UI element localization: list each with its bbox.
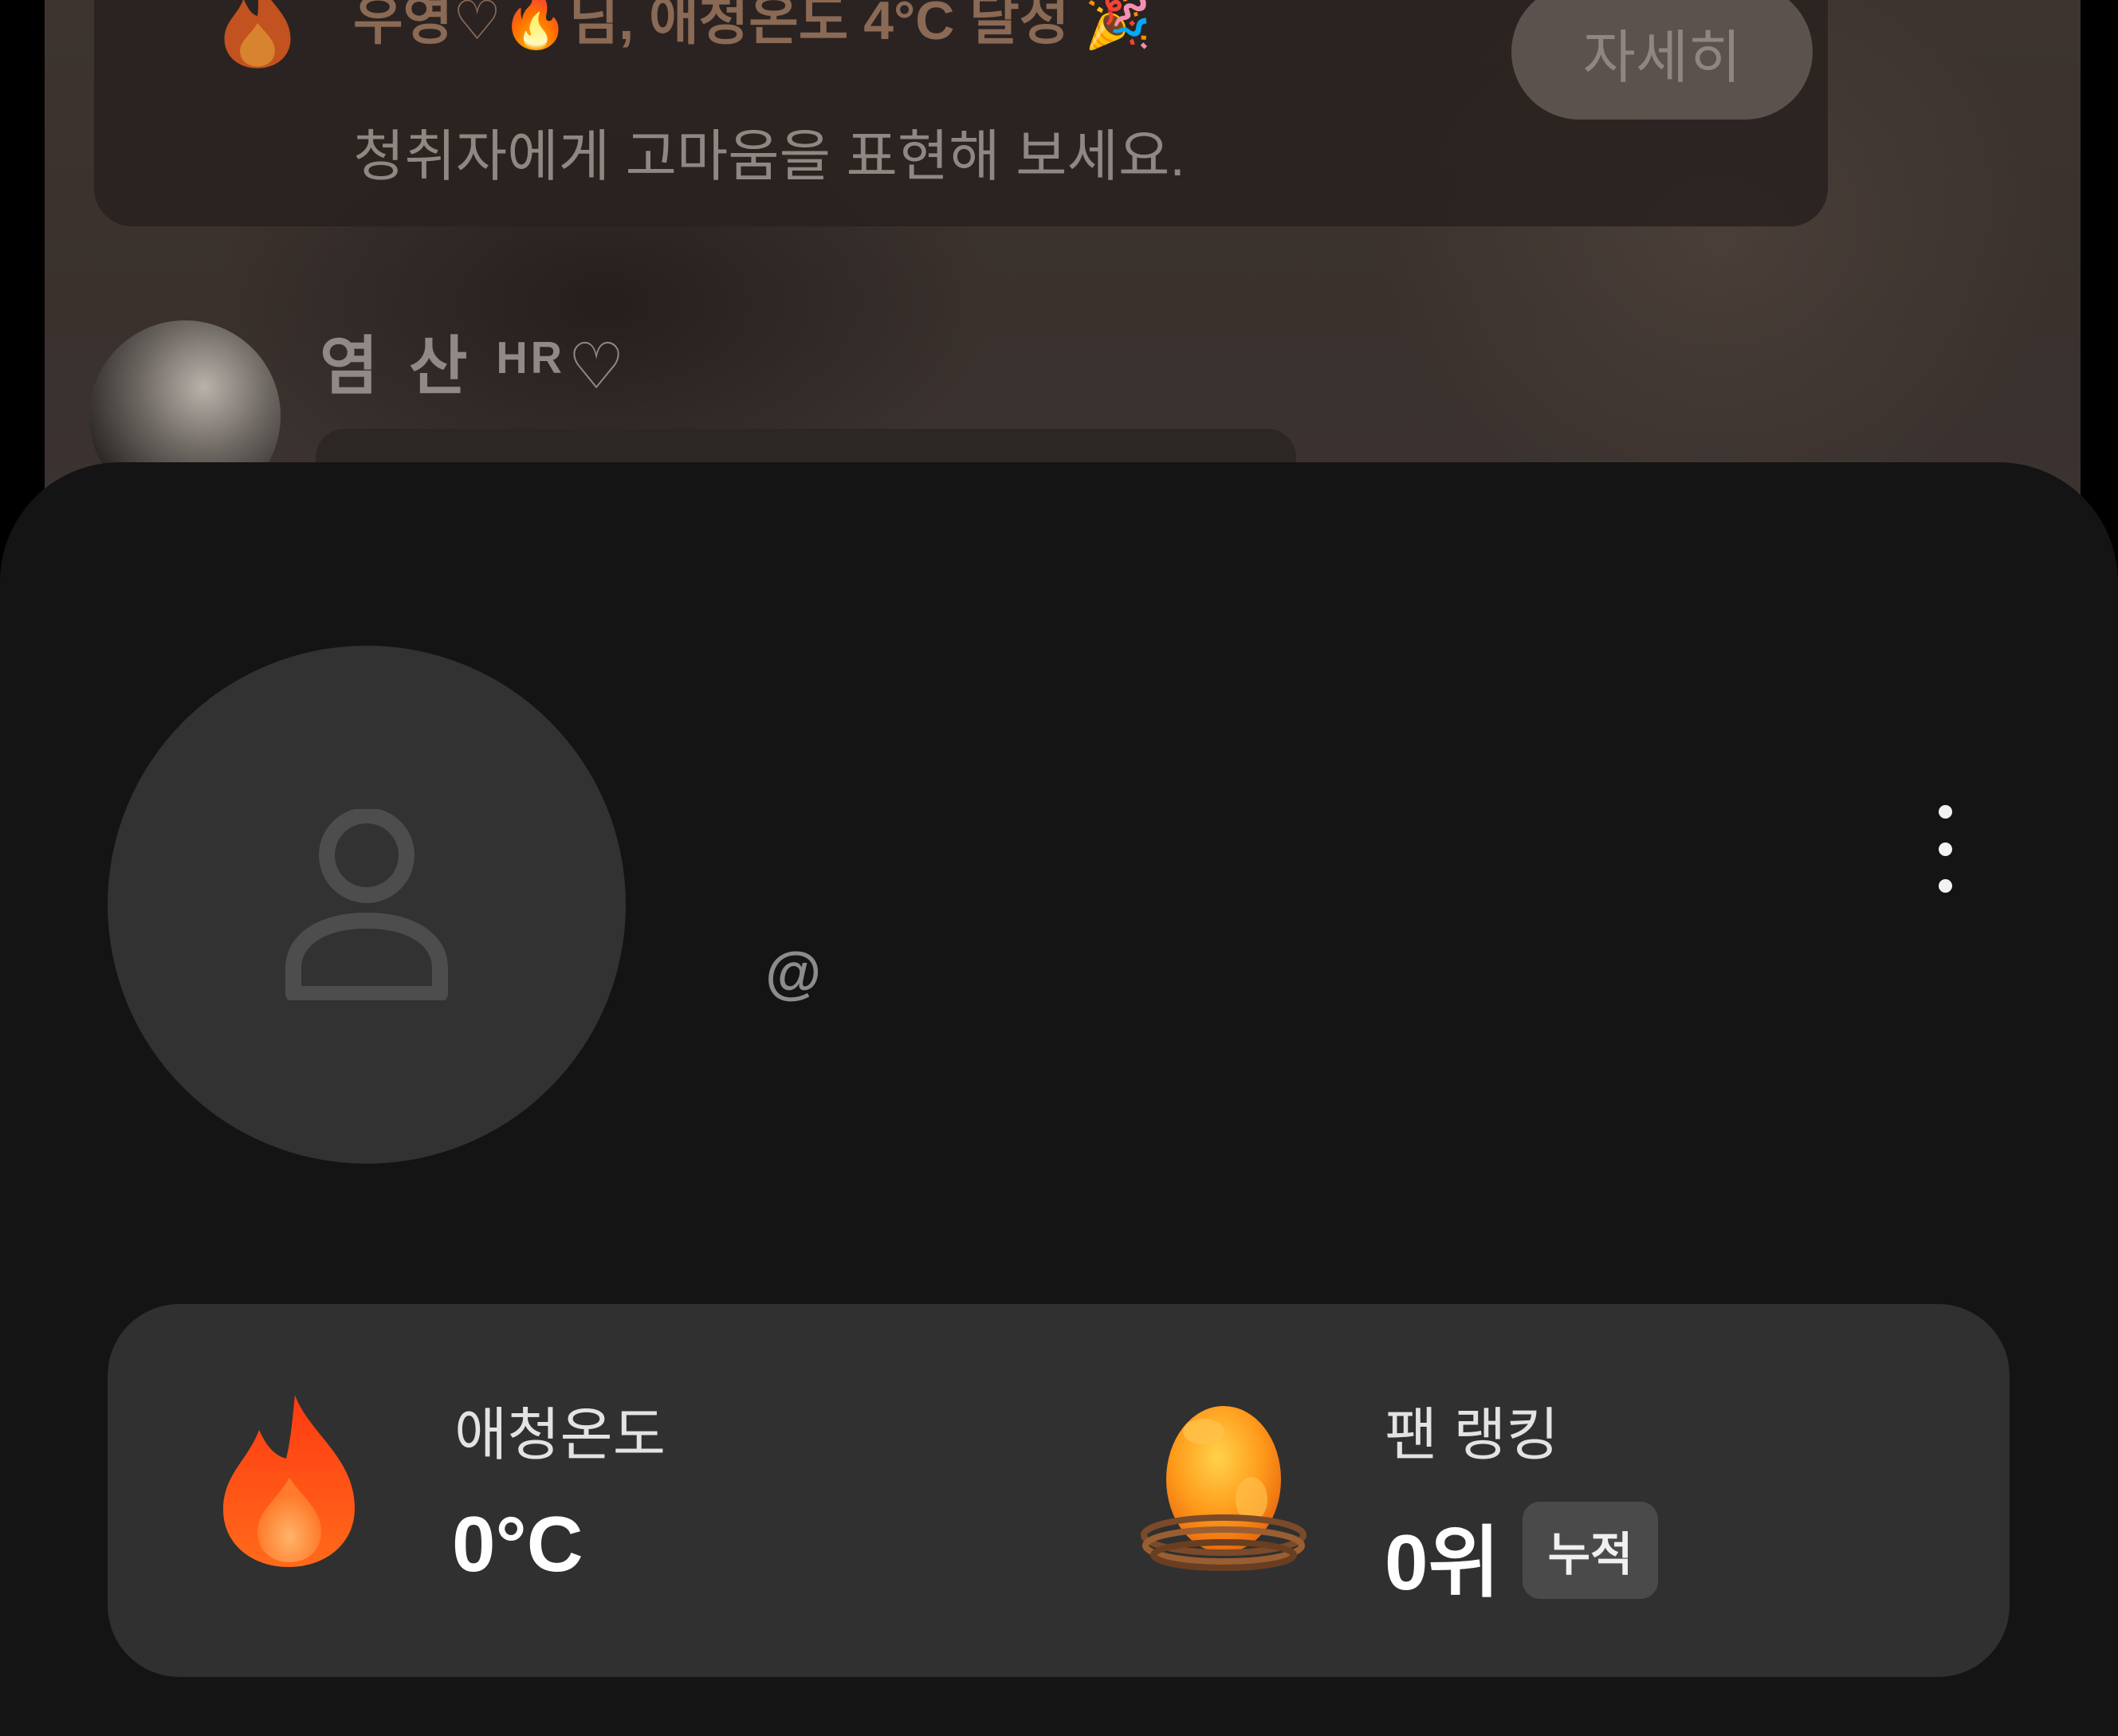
temperature-value: 0°C — [452, 1500, 584, 1588]
user-handle: @ — [765, 941, 822, 1005]
more-options-icon[interactable] — [1913, 805, 1977, 893]
details-button[interactable]: 자세히 — [1511, 0, 1813, 120]
chat-background: 우영♡🔥님, 애청온도 4°C 달성 🎉 청취자에게 고마움을 표현해 보세요.… — [45, 0, 2081, 524]
profile-avatar[interactable] — [108, 646, 626, 1164]
notice-subtitle: 청취자에게 고마움을 표현해 보세요. — [353, 125, 1185, 187]
flame-icon[interactable] — [219, 1392, 359, 1571]
temperature-label: 애청온도 — [454, 1404, 666, 1467]
fan-ranking-value: 0위 — [1385, 1518, 1500, 1606]
stats-card: 애청온도 0°C 팬 랭킹 0위 누적 — [108, 1304, 2010, 1677]
more-dot — [1938, 879, 1952, 893]
more-dot — [1938, 805, 1952, 819]
cumulative-badge[interactable]: 누적 — [1523, 1502, 1658, 1599]
notice-title: 우영♡🔥님, 애청온도 4°C 달성 🎉 — [353, 0, 1152, 51]
flame-icon — [224, 0, 291, 69]
egg-nest-icon[interactable] — [1140, 1404, 1307, 1571]
chat-sender-name: 염 산 ᴴᴿ♡ — [320, 331, 631, 402]
more-dot — [1938, 842, 1952, 856]
fan-ranking-label: 팬 랭킹 — [1385, 1404, 1559, 1467]
temperature-notice-banner: 우영♡🔥님, 애청온도 4°C 달성 🎉 청취자에게 고마움을 표현해 보세요.… — [94, 0, 1828, 226]
person-placeholder-icon — [285, 809, 448, 1000]
